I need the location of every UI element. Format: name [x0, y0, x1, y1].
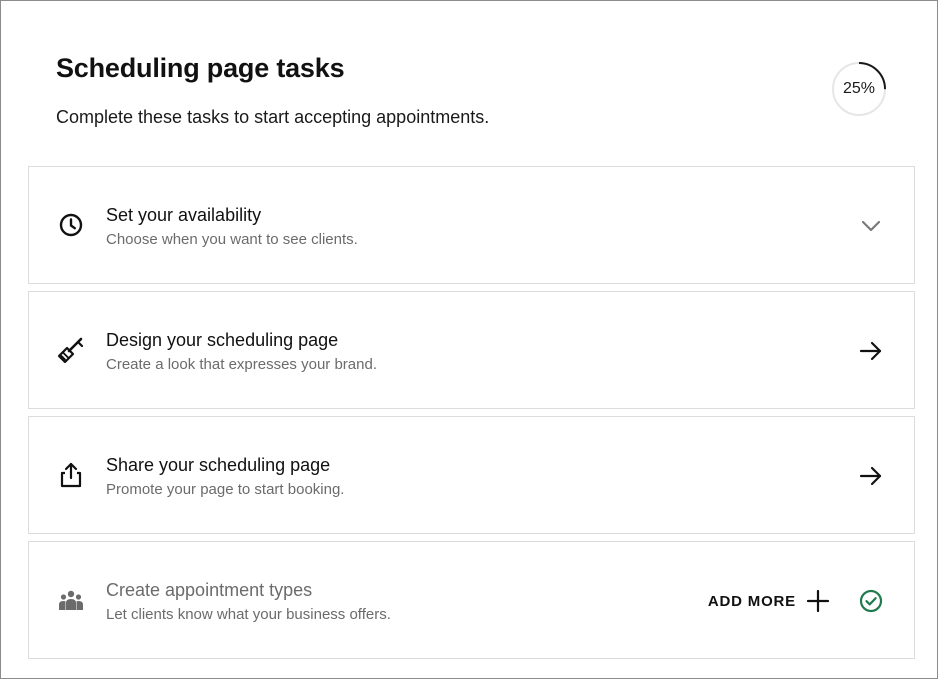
- progress-percent-label: 25%: [842, 80, 876, 97]
- share-icon: [57, 461, 85, 489]
- arrow-right-icon[interactable]: [856, 461, 886, 491]
- task-description: Let clients know what your business offe…: [106, 606, 391, 623]
- add-more-label: ADD MORE: [707, 592, 796, 610]
- task-list: Set your availability Choose when you wa…: [28, 166, 915, 666]
- task-title: Create appointment types: [106, 580, 313, 600]
- task-text: Share your scheduling page Promote your …: [106, 455, 344, 498]
- task-design-scheduling-page[interactable]: Design your scheduling page Create a loo…: [28, 291, 915, 409]
- progress-ring: 25%: [831, 61, 887, 117]
- task-text: Design your scheduling page Create a loo…: [106, 330, 377, 373]
- clock-icon: [57, 211, 85, 239]
- paintbrush-icon: [57, 336, 85, 364]
- task-text: Create appointment types Let clients kno…: [106, 580, 391, 623]
- task-text: Set your availability Choose when you wa…: [106, 205, 358, 248]
- task-create-appointment-types[interactable]: Create appointment types Let clients kno…: [28, 541, 915, 659]
- chevron-down-icon[interactable]: [856, 211, 886, 241]
- task-set-availability[interactable]: Set your availability Choose when you wa…: [28, 166, 915, 284]
- people-group-icon: [57, 586, 85, 614]
- tasks-header: Scheduling page tasks Complete these tas…: [1, 1, 937, 161]
- arrow-right-icon[interactable]: [856, 336, 886, 366]
- task-title: Design your scheduling page: [106, 330, 339, 350]
- task-description: Choose when you want to see clients.: [106, 231, 358, 248]
- page-title: Scheduling page tasks: [56, 53, 345, 83]
- page-subtitle: Complete these tasks to start accepting …: [56, 107, 490, 127]
- task-share-scheduling-page[interactable]: Share your scheduling page Promote your …: [28, 416, 915, 534]
- add-more-button[interactable]: ADD MORE: [708, 586, 830, 616]
- task-title: Share your scheduling page: [106, 455, 331, 475]
- task-title: Set your availability: [106, 205, 262, 225]
- check-circle-icon: [856, 586, 886, 616]
- tasks-panel: Scheduling page tasks Complete these tas…: [0, 0, 938, 679]
- task-description: Promote your page to start booking.: [106, 481, 345, 498]
- task-description: Create a look that expresses your brand.: [106, 356, 377, 373]
- plus-icon: [806, 589, 830, 613]
